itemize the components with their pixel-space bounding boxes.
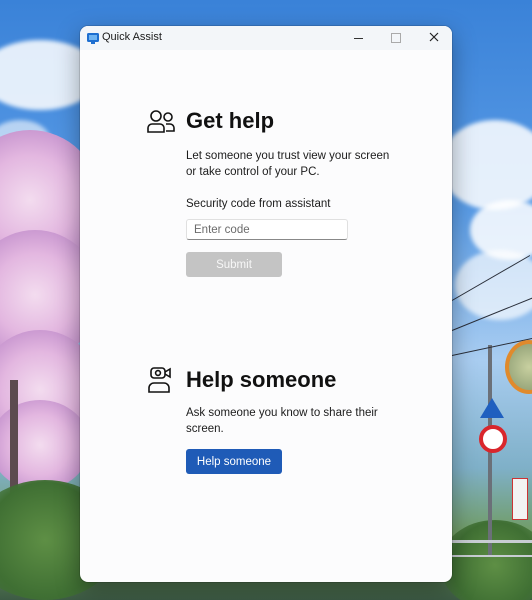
quick-assist-icon [86, 31, 100, 45]
title-bar[interactable]: Quick Assist [80, 26, 452, 50]
people-icon [145, 106, 177, 138]
quick-assist-window: Quick Assist Get help Let someone you tr… [80, 26, 452, 582]
get-help-description-line1: Let someone you trust view your screen [186, 150, 390, 162]
help-someone-description-line1: Ask someone you know to share their [186, 407, 378, 419]
security-code-label: Security code from assistant [186, 198, 331, 210]
help-someone-description: Ask someone you know to share their scre… [186, 405, 406, 437]
person-camera-icon [145, 364, 177, 396]
get-help-description-line2: or take control of your PC. [186, 166, 320, 178]
close-button[interactable] [415, 26, 452, 50]
maximize-icon [391, 33, 401, 43]
minimize-button[interactable] [339, 26, 377, 50]
help-someone-heading: Help someone [186, 367, 337, 392]
maximize-button[interactable] [377, 26, 415, 50]
submit-button[interactable]: Submit [186, 252, 282, 277]
security-code-input[interactable] [186, 219, 348, 240]
help-someone-button[interactable]: Help someone [186, 449, 282, 474]
window-title: Quick Assist [102, 31, 162, 43]
close-icon [429, 29, 439, 47]
help-someone-description-line2: screen. [186, 423, 224, 435]
get-help-heading: Get help [186, 108, 275, 133]
get-help-description: Let someone you trust view your screen o… [186, 148, 406, 180]
minimize-icon [353, 37, 363, 39]
